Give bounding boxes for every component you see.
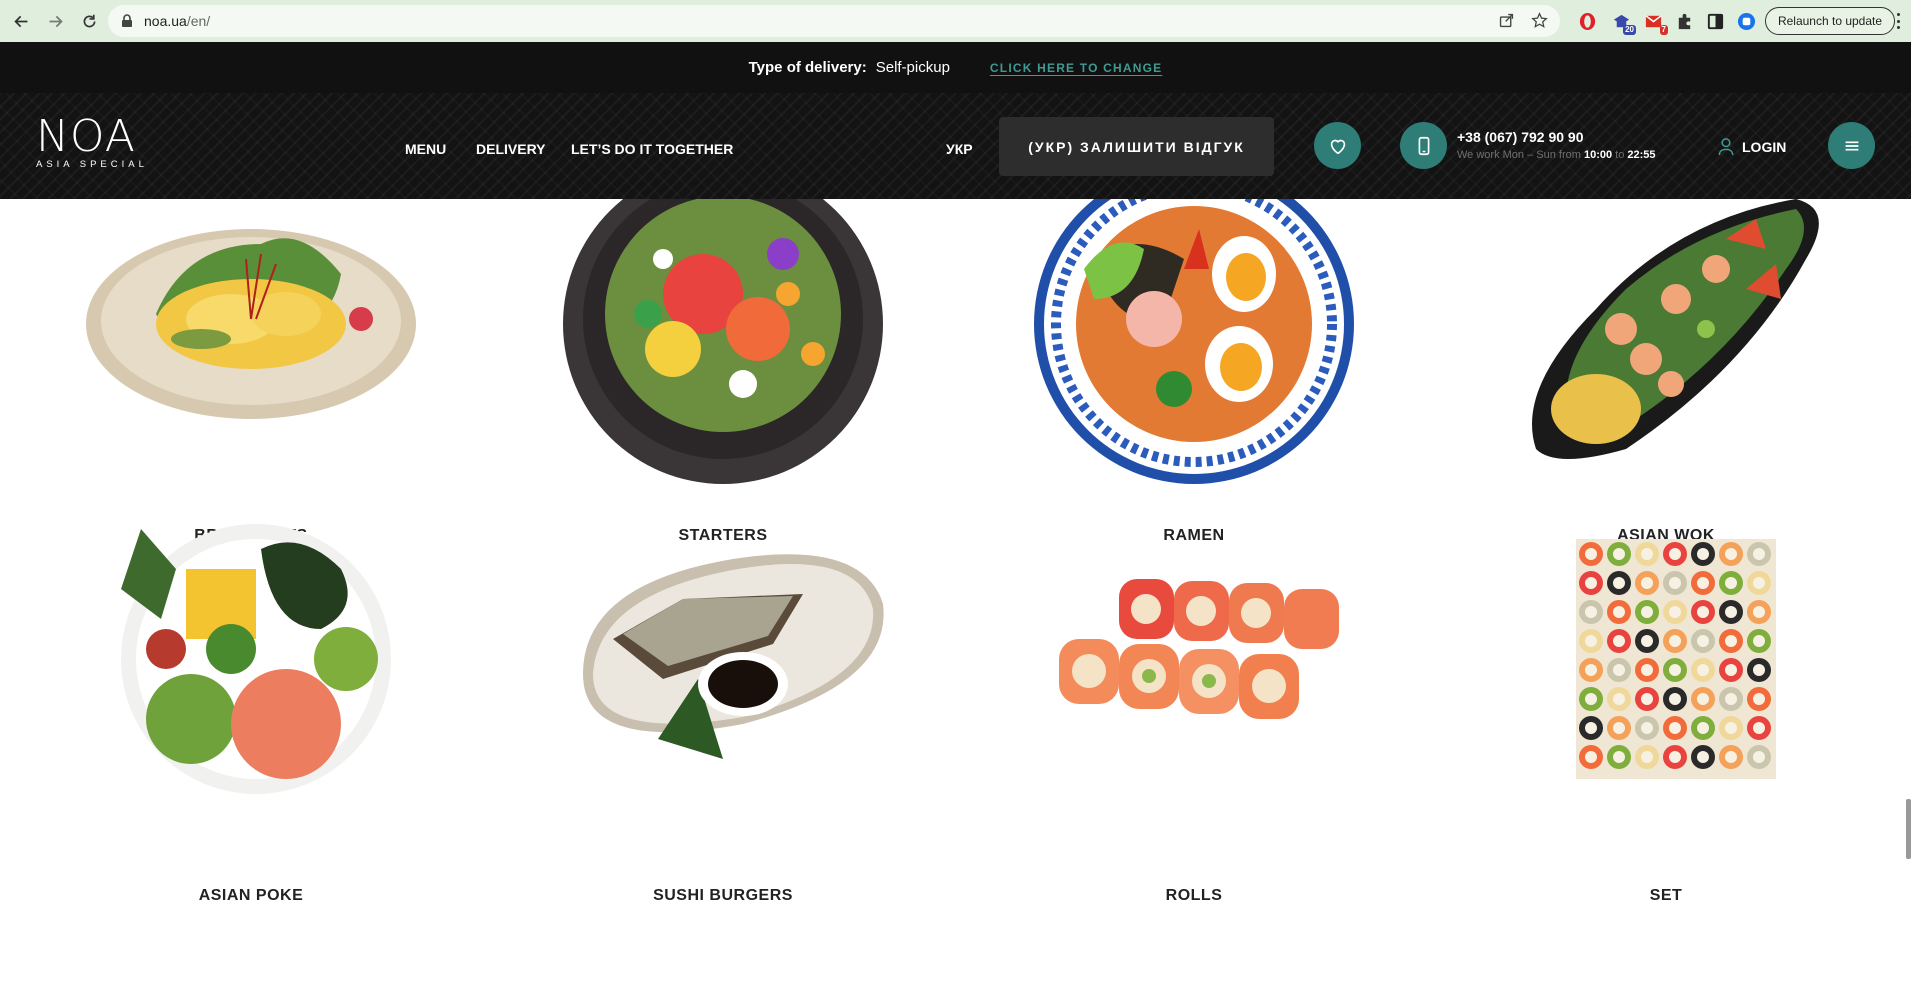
puzzle-extensions-icon[interactable] <box>1674 11 1694 31</box>
side-panel-icon[interactable] <box>1705 11 1725 31</box>
mail-extension-icon[interactable]: 7 <box>1643 11 1668 35</box>
share-icon[interactable] <box>1498 12 1515 29</box>
category-title: ROLLS <box>1165 887 1223 904</box>
forward-icon[interactable] <box>42 8 68 34</box>
relaunch-button[interactable]: Relaunch to update <box>1765 7 1895 35</box>
salad-bowl-icon <box>563 199 883 484</box>
rolls-icon <box>1059 579 1339 719</box>
school-extension-icon[interactable]: 20 <box>1611 11 1636 35</box>
category-title: SET <box>1649 887 1683 904</box>
sushi-set-icon <box>1576 539 1776 779</box>
favorites-button[interactable] <box>1314 122 1361 169</box>
page-scrollbar[interactable] <box>1906 799 1911 859</box>
heart-icon <box>1330 139 1345 154</box>
login-link[interactable]: LOGIN <box>1717 137 1786 156</box>
hamburger-icon <box>1845 141 1858 150</box>
category-title: SUSHI BURGERS <box>653 887 793 904</box>
nav-delivery-link[interactable]: DELIVERY <box>476 141 546 157</box>
url-text[interactable]: noa.ua/en/ <box>144 13 210 29</box>
user-icon <box>1718 138 1734 156</box>
category-starters[interactable]: STARTERS <box>487 199 959 544</box>
browser-menu-icon[interactable] <box>1896 13 1900 29</box>
category-asian-poke[interactable]: ASIAN POKE <box>15 509 487 904</box>
noa-logo[interactable]: NOA ASIA SPECIAL <box>36 115 148 171</box>
call-button[interactable] <box>1400 122 1447 169</box>
address-bar[interactable]: noa.ua/en/ <box>108 5 1560 37</box>
nav-together-link[interactable]: LET’S DO IT TOGETHER <box>571 141 733 157</box>
extension-badge: 7 <box>1659 25 1668 35</box>
working-hours: We work Mon – Sun from 10:00 to 22:55 <box>1457 149 1656 161</box>
lock-icon[interactable] <box>120 14 134 28</box>
category-sushi-burgers[interactable]: SUSHI BURGERS <box>487 509 959 904</box>
ramen-bowl-icon <box>1034 199 1354 484</box>
phone-number[interactable]: +38 (067) 792 90 90 <box>1457 129 1584 145</box>
sushi-burger-plate-icon <box>583 554 884 759</box>
opera-extension-icon[interactable] <box>1577 11 1597 31</box>
poke-bowl-icon <box>121 524 391 794</box>
leave-review-button[interactable]: (УКР) ЗАЛИШИТИ ВІДГУК <box>999 117 1274 176</box>
site-header: NOA ASIA SPECIAL MENU DELIVERY LET’S DO … <box>0 93 1911 199</box>
reload-icon[interactable] <box>76 8 102 34</box>
burger-menu-button[interactable] <box>1828 122 1875 169</box>
category-set[interactable]: SET <box>1430 509 1902 904</box>
category-grid: BREAKFASTS STARTERS <box>0 199 1911 1000</box>
bookmark-star-icon[interactable] <box>1531 12 1548 29</box>
language-switch[interactable]: УКР <box>946 141 973 157</box>
change-delivery-link[interactable]: CLICK HERE TO CHANGE <box>990 61 1162 75</box>
category-breakfasts[interactable]: BREAKFASTS <box>15 199 487 544</box>
category-asian-wok[interactable]: ASIAN WOK <box>1430 199 1902 544</box>
mobile-phone-icon <box>1418 136 1429 155</box>
profile-avatar-icon[interactable] <box>1736 11 1756 31</box>
wok-plate-icon <box>1532 199 1819 459</box>
extension-badge: 20 <box>1623 25 1636 35</box>
delivery-type-value: Self-pickup <box>875 59 950 76</box>
category-rolls[interactable]: ROLLS <box>958 509 1430 904</box>
category-title: ASIAN POKE <box>198 887 304 904</box>
back-icon[interactable] <box>8 8 34 34</box>
browser-toolbar: noa.ua/en/ 20 7 Relaunch to update <box>0 0 1911 42</box>
nav-menu-link[interactable]: MENU <box>405 141 446 157</box>
delivery-type-label: Type of delivery: <box>748 59 867 76</box>
breakfast-plate-icon <box>86 229 416 419</box>
category-ramen[interactable]: RAMEN <box>958 199 1430 544</box>
delivery-bar: Type of delivery: Self-pickup CLICK HERE… <box>0 42 1911 93</box>
